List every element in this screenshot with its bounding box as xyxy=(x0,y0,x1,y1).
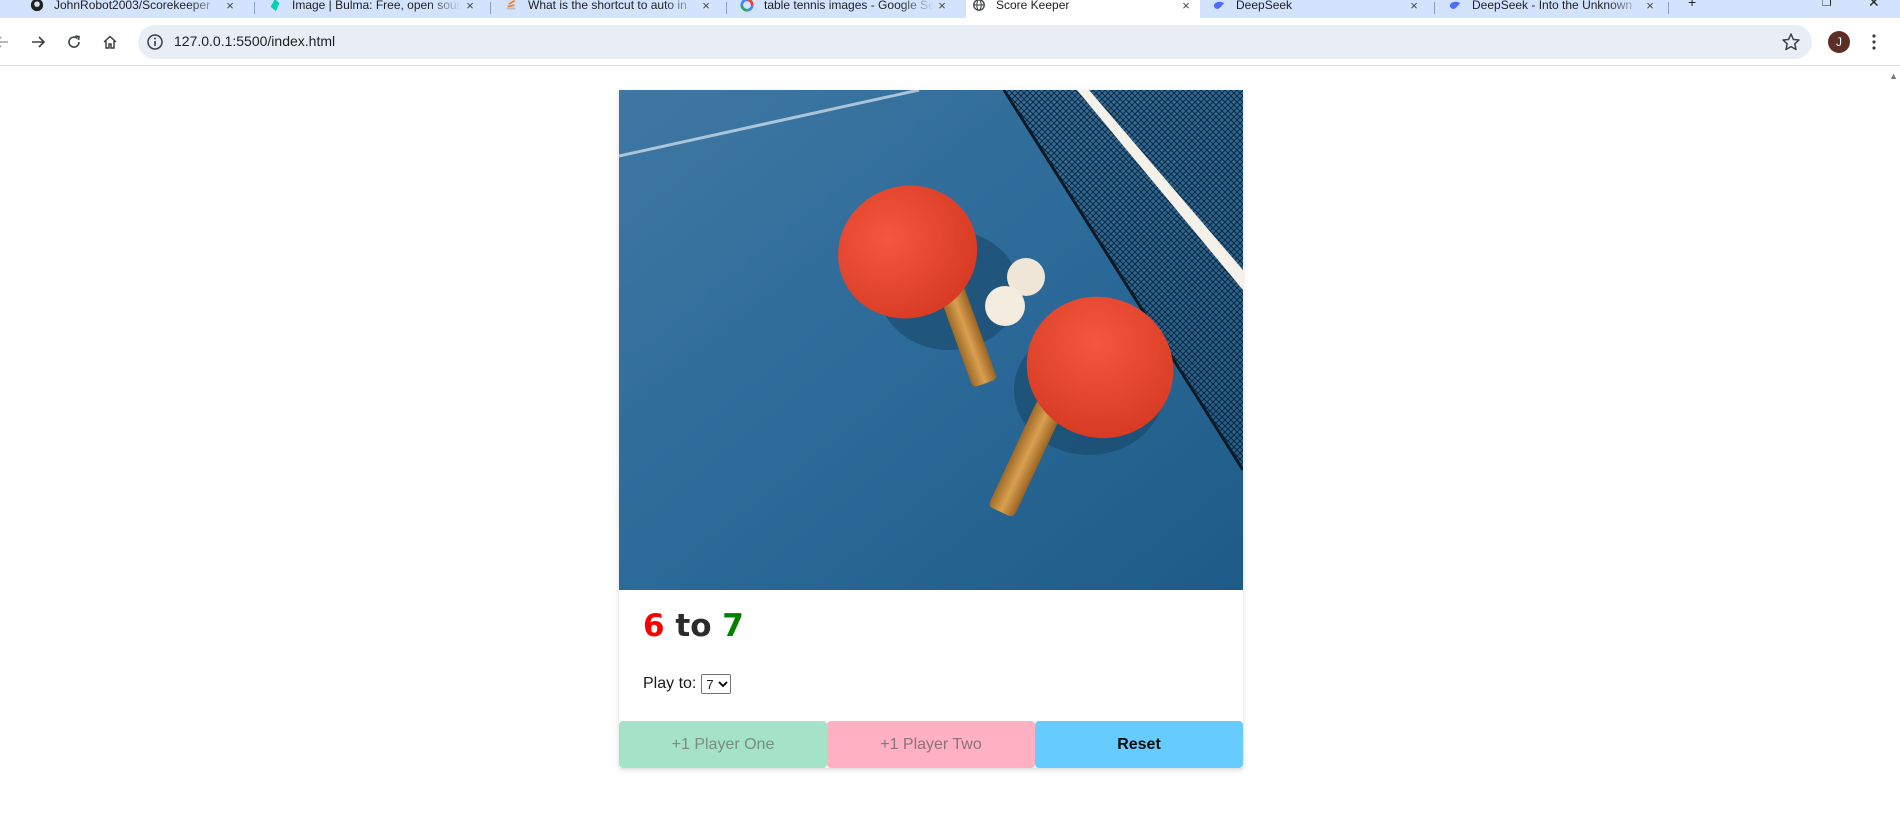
deepseek-icon xyxy=(1213,1,1225,9)
deepseek-icon xyxy=(1449,1,1461,9)
arrow-right-icon xyxy=(32,36,46,48)
browser-menu-button[interactable] xyxy=(1864,30,1884,54)
site-info-icon[interactable] xyxy=(146,33,164,51)
play-to-label: Play to: xyxy=(643,675,697,692)
play-to-control: Play to: 7 xyxy=(643,674,731,694)
reload-button[interactable] xyxy=(62,30,86,54)
arrow-left-icon xyxy=(0,36,8,48)
stackoverflow-icon xyxy=(506,0,516,10)
bookmark-star-icon[interactable] xyxy=(1780,31,1802,53)
back-button[interactable] xyxy=(0,30,14,54)
score-separator: to xyxy=(675,608,712,644)
tab-label: DeepSeek xyxy=(1236,0,1293,12)
reload-icon xyxy=(68,35,80,48)
address-bar[interactable]: 127.0.0.1:5500/index.html xyxy=(138,25,1812,59)
play-to-select[interactable]: 7 xyxy=(701,674,731,694)
tab-close-button[interactable]: × xyxy=(698,0,714,13)
player-two-button[interactable]: +1 Player Two xyxy=(827,721,1035,768)
tab-close-button[interactable]: × xyxy=(222,0,238,13)
home-icon xyxy=(103,35,117,49)
globe-icon xyxy=(973,0,985,11)
page-content: ▲ 6 to 7 Play to: 7 +1 Player One +1 Pla… xyxy=(0,67,1900,822)
tab-deepseek-unknown[interactable]: DeepSeek - Into the Unknown × xyxy=(1442,0,1664,18)
reset-button[interactable]: Reset xyxy=(1035,721,1243,768)
tab-stackoverflow[interactable]: What is the shortcut to auto in × xyxy=(498,0,720,18)
tab-label: DeepSeek - Into the Unknown xyxy=(1472,0,1633,12)
player-one-button[interactable]: +1 Player One xyxy=(619,721,827,768)
profile-avatar[interactable]: J xyxy=(1828,31,1850,53)
tab-close-button[interactable]: × xyxy=(462,0,478,13)
tab-google-search[interactable]: table tennis images - Google Se × xyxy=(734,0,956,18)
home-button[interactable] xyxy=(98,30,122,54)
new-tab-button[interactable]: + xyxy=(1688,0,1696,10)
tab-label: JohnRobot2003/Scorekeeper xyxy=(54,0,211,12)
tab-label: Image | Bulma: Free, open source xyxy=(292,0,462,12)
github-icon xyxy=(30,0,44,12)
player-two-score: 7 xyxy=(722,608,744,644)
more-vertical-icon xyxy=(1872,34,1876,50)
tab-score-keeper[interactable]: Score Keeper × xyxy=(966,0,1200,18)
play-to-selected-value: 7 xyxy=(706,676,714,692)
tab-bulma-image[interactable]: Image | Bulma: Free, open source × xyxy=(262,0,484,18)
google-icon xyxy=(740,0,754,12)
table-tennis-image xyxy=(619,90,1243,590)
scroll-up-arrow-icon[interactable]: ▲ xyxy=(1889,71,1898,81)
tab-close-button[interactable]: × xyxy=(1406,0,1422,13)
maximize-icon[interactable]: ❐ xyxy=(1822,0,1832,9)
chevron-down-icon xyxy=(717,681,728,688)
tab-label: Score Keeper xyxy=(996,0,1070,12)
button-row: +1 Player One +1 Player Two Reset xyxy=(619,721,1243,768)
tab-close-button[interactable]: × xyxy=(934,0,950,13)
window-close-icon[interactable]: ✕ xyxy=(1868,0,1880,11)
tab-close-button[interactable]: × xyxy=(1642,0,1658,13)
tab-deepseek[interactable]: DeepSeek × xyxy=(1206,0,1428,18)
tab-close-button[interactable]: × xyxy=(1178,0,1194,13)
browser-toolbar: 127.0.0.1:5500/index.html J xyxy=(0,18,1900,66)
url-text[interactable]: 127.0.0.1:5500/index.html xyxy=(174,33,335,49)
tab-label: table tennis images - Google Se xyxy=(764,0,934,12)
bulma-icon xyxy=(270,0,280,12)
score-display: 6 to 7 xyxy=(643,608,744,644)
scorekeeper-card: 6 to 7 Play to: 7 +1 Player One +1 Playe… xyxy=(619,90,1243,768)
player-one-score: 6 xyxy=(643,608,665,644)
tab-scorekeeper-repo[interactable]: JohnRobot2003/Scorekeeper × xyxy=(24,0,244,18)
tab-label: What is the shortcut to auto in xyxy=(528,0,687,12)
forward-button[interactable] xyxy=(26,30,50,54)
tab-strip: JohnRobot2003/Scorekeeper × Image | Bulm… xyxy=(0,0,1900,18)
